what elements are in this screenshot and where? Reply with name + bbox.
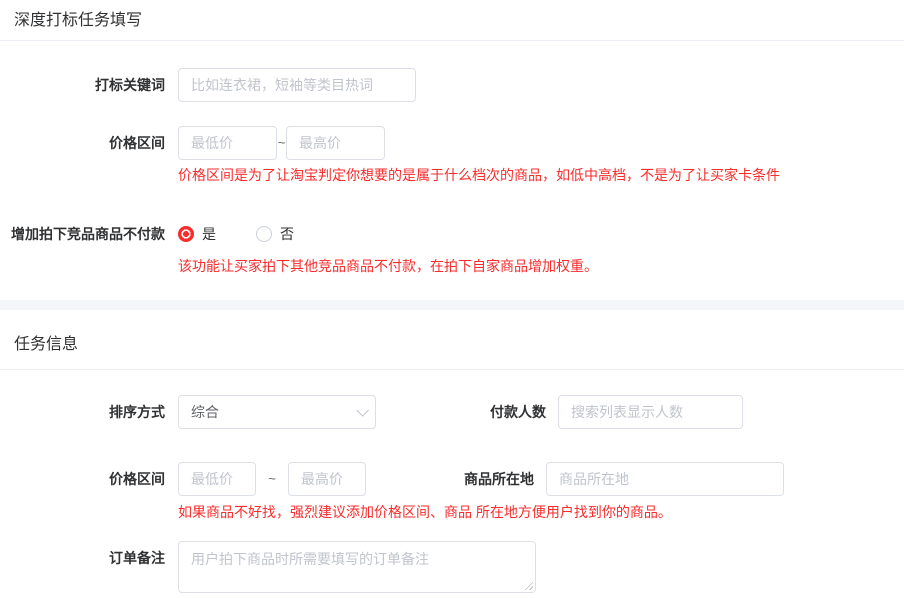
price-max-input[interactable] <box>286 126 385 160</box>
sort-select-value: 综合 <box>191 402 356 422</box>
section-title-task-info: 任务信息 <box>0 324 904 355</box>
price-range-label-2: 价格区间 <box>0 462 165 496</box>
section-title-deep-marking: 深度打标任务填写 <box>0 0 904 31</box>
chevron-down-icon <box>356 404 369 417</box>
no-pay-label: 增加拍下竞品商品不付款 <box>0 217 165 251</box>
radio-yes-label: 是 <box>202 224 216 244</box>
no-pay-row: 增加拍下竞品商品不付款 是 否 <box>0 217 904 251</box>
price-min-input-2[interactable] <box>178 462 256 496</box>
price-max-input-2[interactable] <box>288 462 366 496</box>
section-separator-band <box>0 300 904 310</box>
price-range-label: 价格区间 <box>0 126 165 160</box>
deep-marking-form: { "colors":{ "red":"#f92c2c", "border":"… <box>0 0 904 598</box>
location-hint: 如果商品不好找，强烈建议添加价格区间、商品 所在地方便用户找到你的商品。 <box>178 502 904 522</box>
keyword-row: 打标关键词 <box>0 68 904 102</box>
divider <box>0 369 904 370</box>
sort-payers-row: 排序方式 综合 付款人数 <box>0 395 904 429</box>
price-range-hint: 价格区间是为了让淘宝判定你想要的是属于什么档次的商品，如低中高档，不是为了让买家… <box>178 165 904 185</box>
radio-yes[interactable]: 是 <box>178 224 216 244</box>
divider <box>0 40 904 41</box>
price-location-row: 价格区间 ~ 商品所在地 <box>0 462 904 496</box>
payers-input[interactable] <box>558 395 743 429</box>
no-pay-radio-group: 是 否 <box>178 217 294 251</box>
remark-textarea-wrap <box>178 541 536 593</box>
location-label: 商品所在地 <box>366 462 534 496</box>
price-range-separator-2: ~ <box>256 462 288 496</box>
payers-label: 付款人数 <box>376 395 546 429</box>
radio-unchecked-icon[interactable] <box>256 226 272 242</box>
remark-label: 订单备注 <box>0 541 165 575</box>
radio-checked-icon[interactable] <box>178 226 194 242</box>
radio-no[interactable]: 否 <box>256 224 294 244</box>
price-min-input[interactable] <box>178 126 277 160</box>
remark-row: 订单备注 <box>0 541 904 593</box>
price-range-separator: ~ <box>277 126 286 160</box>
keyword-label: 打标关键词 <box>0 68 165 102</box>
remark-textarea[interactable] <box>178 541 536 593</box>
no-pay-hint: 该功能让买家拍下其他竞品商品不付款，在拍下自家商品增加权重。 <box>178 256 904 276</box>
location-input[interactable] <box>546 462 784 496</box>
radio-no-label: 否 <box>280 224 294 244</box>
keyword-input[interactable] <box>178 68 416 102</box>
price-range-row: 价格区间 ~ <box>0 126 904 160</box>
sort-label: 排序方式 <box>0 395 165 429</box>
sort-select[interactable]: 综合 <box>178 395 376 429</box>
